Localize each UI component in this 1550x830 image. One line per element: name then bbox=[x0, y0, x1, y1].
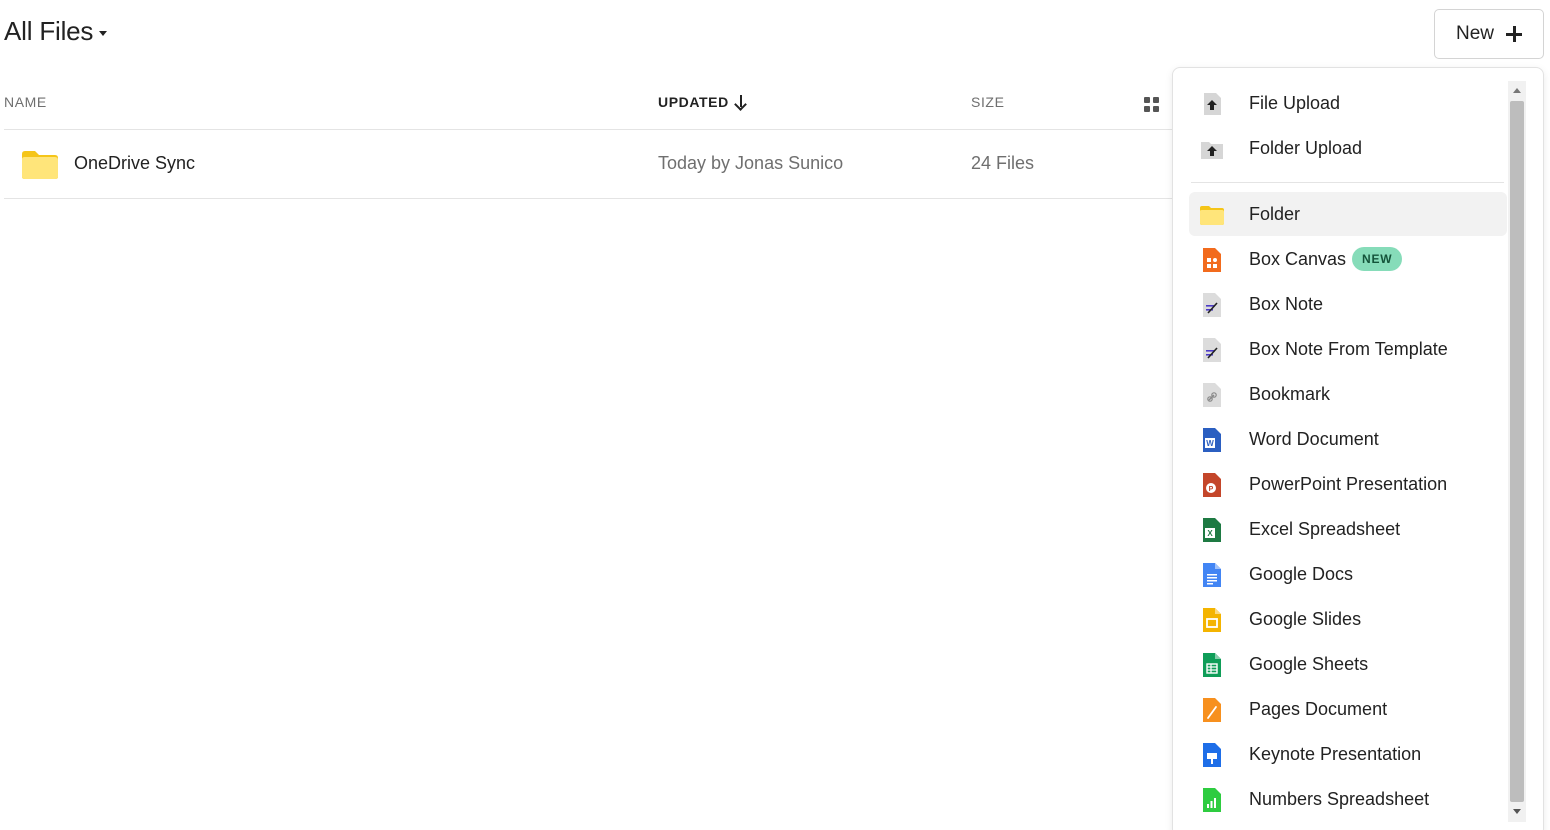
folder-upload-icon bbox=[1201, 142, 1223, 159]
box-note-icon bbox=[1203, 293, 1221, 317]
menu-item-keynote-presentation[interactable]: Keynote Presentation bbox=[1189, 732, 1507, 776]
page-title: All Files bbox=[4, 16, 94, 46]
table-row[interactable]: OneDrive Sync Today by Jonas Sunico 24 F… bbox=[4, 130, 1174, 198]
folder-icon bbox=[1200, 206, 1224, 225]
menu-item-google-slides[interactable]: Google Slides bbox=[1189, 597, 1507, 641]
word-icon: W bbox=[1203, 428, 1221, 452]
table-divider bbox=[4, 198, 1174, 199]
all-files-dropdown[interactable]: All Files bbox=[4, 16, 108, 47]
menu-item-file-upload[interactable]: File Upload bbox=[1189, 81, 1507, 125]
menu-item-folder[interactable]: Folder bbox=[1189, 192, 1507, 236]
keynote-icon bbox=[1203, 743, 1221, 767]
grid-view-icon[interactable] bbox=[1144, 97, 1159, 112]
menu-item-numbers-spreadsheet[interactable]: Numbers Spreadsheet bbox=[1189, 777, 1507, 821]
menu-item-word-document[interactable]: W Word Document bbox=[1189, 417, 1507, 461]
google-slides-icon bbox=[1203, 608, 1221, 632]
menu-item-box-note[interactable]: Box Note bbox=[1189, 282, 1507, 326]
menu-item-pages-document[interactable]: Pages Document bbox=[1189, 687, 1507, 731]
google-sheets-icon bbox=[1203, 653, 1221, 677]
menu-scrollbar-thumb[interactable] bbox=[1510, 101, 1524, 802]
svg-text:W: W bbox=[1206, 439, 1214, 448]
menu-item-google-sheets[interactable]: Google Sheets bbox=[1189, 642, 1507, 686]
menu-item-excel-spreadsheet[interactable]: X Excel Spreadsheet bbox=[1189, 507, 1507, 551]
menu-item-powerpoint-presentation[interactable]: P PowerPoint Presentation bbox=[1189, 462, 1507, 506]
column-header-updated[interactable]: UPDATED bbox=[658, 94, 747, 110]
row-updated: Today by Jonas Sunico bbox=[658, 153, 844, 173]
powerpoint-icon: P bbox=[1203, 473, 1221, 497]
box-note-template-icon bbox=[1203, 338, 1221, 362]
new-menu: File Upload Folder Upload Folder Box Can… bbox=[1172, 67, 1544, 830]
sort-arrow-down-icon bbox=[735, 95, 747, 109]
scroll-down-arrow-icon[interactable] bbox=[1508, 802, 1526, 822]
plus-icon bbox=[1506, 26, 1522, 42]
new-badge: NEW bbox=[1352, 247, 1403, 271]
google-docs-icon bbox=[1203, 563, 1221, 587]
new-button-label: New bbox=[1455, 23, 1494, 44]
excel-icon: X bbox=[1203, 518, 1221, 542]
row-size: 24 Files bbox=[971, 153, 1035, 173]
file-upload-icon bbox=[1204, 93, 1221, 115]
numbers-icon bbox=[1203, 788, 1221, 812]
menu-item-box-note-from-template[interactable]: Box Note From Template bbox=[1189, 327, 1507, 371]
caret-down-icon bbox=[99, 31, 108, 36]
menu-item-bookmark[interactable]: Bookmark bbox=[1189, 372, 1507, 416]
svg-text:X: X bbox=[1207, 529, 1213, 538]
box-canvas-icon bbox=[1203, 248, 1221, 272]
svg-text:P: P bbox=[1209, 486, 1214, 493]
column-header-name[interactable]: NAME bbox=[4, 94, 47, 110]
column-header-size[interactable]: SIZE bbox=[971, 94, 1005, 110]
menu-divider bbox=[1191, 182, 1504, 183]
column-header-updated-label: UPDATED bbox=[658, 94, 729, 110]
menu-item-google-docs[interactable]: Google Docs bbox=[1189, 552, 1507, 596]
folder-icon bbox=[22, 151, 58, 179]
row-name[interactable]: OneDrive Sync bbox=[74, 153, 195, 174]
scroll-up-arrow-icon[interactable] bbox=[1508, 81, 1526, 101]
bookmark-icon bbox=[1203, 383, 1221, 407]
new-button[interactable]: New bbox=[1434, 9, 1544, 59]
pages-icon bbox=[1203, 698, 1221, 722]
menu-item-folder-upload[interactable]: Folder Upload bbox=[1189, 126, 1507, 170]
menu-item-box-canvas[interactable]: Box Canvas NEW bbox=[1189, 237, 1507, 281]
